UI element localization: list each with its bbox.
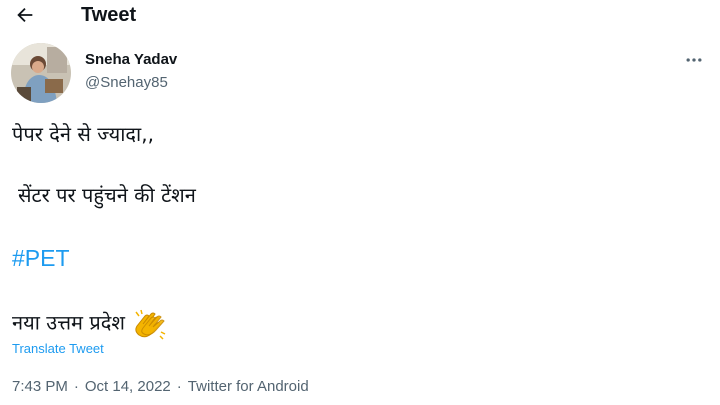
author-handle[interactable]: @Snehay85 bbox=[85, 74, 168, 92]
page-title: Tweet bbox=[81, 4, 137, 26]
back-button[interactable] bbox=[10, 2, 40, 28]
tweet-time[interactable]: 7:43 PM bbox=[12, 378, 68, 395]
tweet-text-line-3-text: नया उत्तम प्रदेश bbox=[12, 310, 125, 335]
avatar[interactable] bbox=[11, 43, 71, 103]
arrow-left-icon bbox=[17, 7, 33, 23]
tweet-text-line-2: सेंटर पर पहुंचने की टेंशन bbox=[18, 183, 196, 207]
more-options-button[interactable] bbox=[682, 48, 706, 72]
meta-separator: · bbox=[73, 378, 79, 395]
hashtag-link[interactable]: #PET bbox=[12, 243, 70, 273]
tweet-text-line-3: नया उत्तम प्रदेश bbox=[12, 308, 167, 340]
translate-tweet-link[interactable]: Translate Tweet bbox=[12, 341, 104, 357]
tweet-header: Tweet bbox=[0, 0, 720, 32]
more-horizontal-icon bbox=[686, 58, 702, 62]
clapping-hands-icon bbox=[135, 309, 166, 340]
tweet-date[interactable]: Oct 14, 2022 bbox=[85, 378, 171, 395]
tweet-metadata: 7:43 PM · Oct 14, 2022 · Twitter for Android bbox=[12, 378, 309, 396]
tweet-source[interactable]: Twitter for Android bbox=[188, 378, 309, 395]
tweet-text-line-1: पेपर देने से ज्यादा,, bbox=[12, 122, 154, 146]
meta-separator: · bbox=[176, 378, 182, 395]
author-display-name[interactable]: Sneha Yadav bbox=[85, 51, 177, 69]
